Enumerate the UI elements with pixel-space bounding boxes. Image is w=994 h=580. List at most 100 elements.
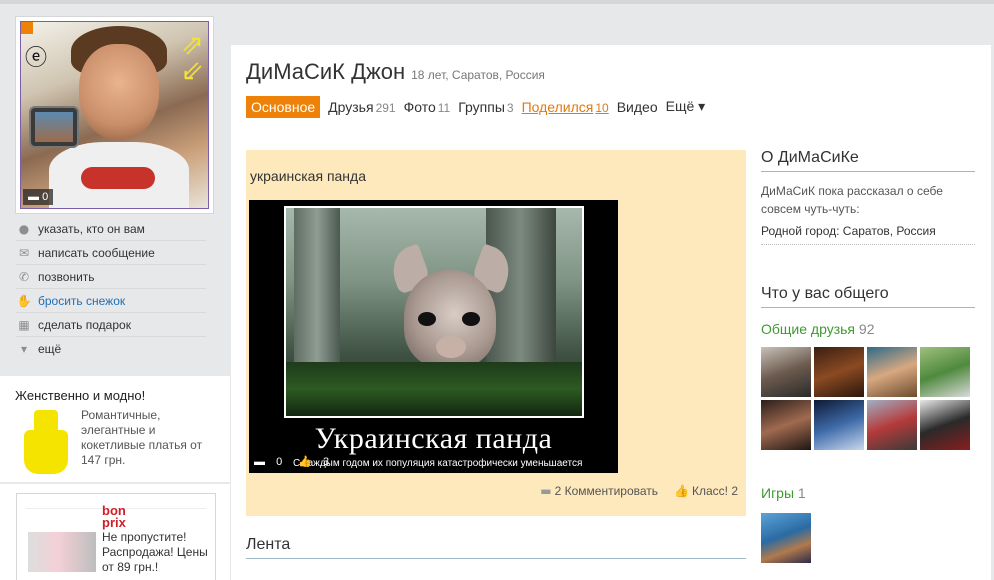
chevron-down-icon: ▾ xyxy=(20,342,28,356)
ad-bonprix[interactable]: bon prix Не пропустите! Распродажа! Цены… xyxy=(0,484,230,580)
friend-thumb[interactable] xyxy=(814,400,864,450)
bonprix-logo: bon prix xyxy=(102,504,126,530)
about-title: О ДиМаСиКе xyxy=(761,149,975,172)
action-more[interactable]: ▾ ещё xyxy=(16,337,206,361)
action-gift[interactable]: ▦ сделать подарок xyxy=(16,313,206,337)
speech-bubble-icon: ▬ xyxy=(28,191,39,203)
profile-name: ДиМаСиК Джон xyxy=(246,59,406,84)
tab-main[interactable]: Основное xyxy=(246,95,321,118)
games-link[interactable]: Игры 1 xyxy=(761,485,806,501)
tab-more[interactable]: Ещё ▾ xyxy=(666,95,706,118)
avatar-shirt-logo xyxy=(81,167,155,189)
tab-friends[interactable]: Друзья 291 xyxy=(328,96,395,118)
location-pin-icon: ● xyxy=(18,221,30,236)
avatar-face xyxy=(79,44,159,140)
top-bar xyxy=(0,0,994,4)
image-caption: Украинская панда xyxy=(314,422,553,455)
thumbs-up-icon: 👍 xyxy=(674,484,689,498)
tab-video[interactable]: Видео xyxy=(617,96,658,118)
comment-button[interactable]: ▬ 2 Комментировать xyxy=(540,484,658,498)
image-likes-count: 3 xyxy=(322,456,330,468)
friend-thumb[interactable] xyxy=(761,347,811,397)
action-label: написать сообщение xyxy=(38,245,155,260)
friend-thumb[interactable] xyxy=(814,347,864,397)
mutual-friends-link[interactable]: Общие друзья 92 xyxy=(761,321,975,337)
avatar-card[interactable]: ⓔ ⇗ ⇙ ▬ 0 xyxy=(15,16,214,214)
ad-dress-image[interactable] xyxy=(18,410,74,484)
profile-avatar[interactable]: ⓔ ⇗ ⇙ ▬ 0 xyxy=(20,21,209,209)
action-label: позвонить xyxy=(38,269,95,284)
action-label: указать, кто он вам xyxy=(38,221,145,236)
game-thumb[interactable] xyxy=(761,513,811,563)
tab-photos[interactable]: Фото 11 xyxy=(404,96,451,118)
post-footer: ▬ 2 Комментировать 👍 Класс! 2 xyxy=(524,484,738,498)
comment-label: 2 Комментировать xyxy=(554,484,659,498)
about-city: Родной город: Саратов, Россия xyxy=(761,224,975,245)
action-label: сделать подарок xyxy=(38,317,131,332)
avatar-scribble: ⓔ xyxy=(25,46,48,71)
like-button[interactable]: 👍 Класс! 2 xyxy=(674,484,738,498)
tab-count: 3 xyxy=(506,100,514,115)
friend-thumb[interactable] xyxy=(761,400,811,450)
online-indicator xyxy=(21,22,33,34)
avatar-phone xyxy=(29,106,79,148)
speech-bubble-icon: ▬ xyxy=(540,484,552,498)
tab-label: Друзья xyxy=(328,98,374,115)
image-comments-count: 0 xyxy=(276,455,283,468)
friend-thumb[interactable] xyxy=(920,400,970,450)
image-stats: ▬ 0 👍 3 xyxy=(254,455,345,469)
tab-count: 10 xyxy=(595,100,609,115)
ad-title[interactable]: Женственно и модно! xyxy=(15,388,145,403)
common-section: Что у вас общего Общие друзья 92 xyxy=(761,285,975,450)
feed-heading: Лента xyxy=(246,536,746,559)
like-label: Класс! 2 xyxy=(691,484,738,498)
action-label: бросить снежок xyxy=(38,293,126,308)
post-card: украинская панда Украинская панда С кажд… xyxy=(246,150,746,516)
ad-dresses[interactable]: Женственно и модно! Романтичные, элегант… xyxy=(0,376,230,482)
speech-bubble-icon: ▬ xyxy=(254,455,265,468)
about-section: О ДиМаСиКе ДиМаСиК пока рассказал о себе… xyxy=(761,149,975,245)
ad-model-image[interactable] xyxy=(28,532,96,572)
friend-thumb[interactable] xyxy=(920,347,970,397)
phone-icon: ✆ xyxy=(18,269,30,284)
image-comments[interactable]: ▬ 0 xyxy=(254,456,290,468)
ad-text[interactable]: Романтичные, элегантные и кокетливые пла… xyxy=(81,408,221,468)
action-call[interactable]: ✆ позвонить xyxy=(16,265,206,289)
action-relation[interactable]: ● указать, кто он вам xyxy=(16,217,206,241)
gift-icon: ▦ xyxy=(18,317,30,332)
common-title: Что у вас общего xyxy=(761,285,975,308)
tab-groups[interactable]: Группы 3 xyxy=(458,96,513,118)
brand-line-2: prix xyxy=(102,515,126,530)
avatar-comments-counter[interactable]: ▬ 0 xyxy=(23,189,54,205)
tab-count: 11 xyxy=(437,100,451,115)
forest-photo xyxy=(284,206,584,418)
profile-header: ДиМаСиК Джон 18 лет, Саратов, Россия xyxy=(246,59,545,85)
tab-label: Видео xyxy=(616,98,658,115)
tab-label: Группы xyxy=(458,98,505,115)
main-panel: ДиМаСиК Джон 18 лет, Саратов, Россия Осно… xyxy=(231,45,991,580)
envelope-icon: ✉ xyxy=(18,245,30,260)
post-image[interactable]: Украинская панда С каждым годом их попул… xyxy=(249,200,618,473)
tab-label: Основное xyxy=(251,98,316,115)
friend-thumb[interactable] xyxy=(867,347,917,397)
tab-label: Ещё ▾ xyxy=(665,98,706,114)
games-count: 1 xyxy=(797,485,806,501)
mutual-friends-grid xyxy=(761,347,975,450)
mutual-friends-count: 92 xyxy=(858,321,875,337)
action-snowball[interactable]: ✋ бросить снежок xyxy=(16,289,206,313)
action-label: ещё xyxy=(38,342,62,356)
tab-count: 291 xyxy=(375,100,396,115)
profile-meta: 18 лет, Саратов, Россия xyxy=(411,68,545,82)
avatar-comments-count: 0 xyxy=(42,191,49,203)
about-text: ДиМаСиК пока рассказал о себе совсем чут… xyxy=(761,184,943,216)
image-likes[interactable]: 👍 3 xyxy=(298,455,337,468)
ad-text[interactable]: Не пропустите! Распродажа! Цены от 89 гр… xyxy=(102,530,212,575)
tab-label: Фото xyxy=(403,98,436,115)
snowball-glove-icon: ✋ xyxy=(16,293,32,308)
action-message[interactable]: ✉ написать сообщение xyxy=(16,241,206,265)
tab-label: Поделился xyxy=(521,98,594,115)
post-title: украинская панда xyxy=(250,168,366,184)
games-label: Игры xyxy=(761,485,795,501)
friend-thumb[interactable] xyxy=(867,400,917,450)
tab-shared[interactable]: Поделился 10 xyxy=(522,96,609,118)
